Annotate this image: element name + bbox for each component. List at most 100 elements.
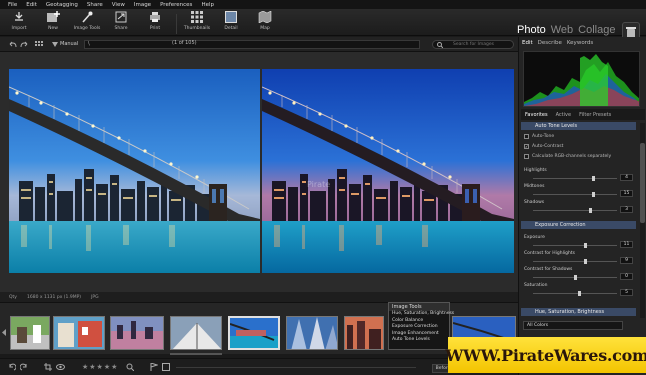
- image-tools-menu: Image Tools Hue, Saturation, Brightness …: [388, 302, 454, 350]
- filmstrip-scrollbar[interactable]: [170, 353, 222, 355]
- thumbnail[interactable]: [286, 316, 338, 350]
- saturation-value[interactable]: 5: [620, 289, 633, 296]
- thumbnail[interactable]: [10, 316, 50, 350]
- search-field[interactable]: Search for Images: [432, 40, 514, 49]
- contrast-highlights-slider[interactable]: [533, 259, 617, 264]
- mode-collage[interactable]: Collage: [578, 24, 615, 36]
- slider-handle[interactable]: [583, 259, 587, 264]
- rating-stars[interactable]: ★★★★★: [82, 363, 118, 371]
- image-tools-button[interactable]: Image Tools: [70, 11, 104, 35]
- detail-button[interactable]: Detail: [214, 11, 248, 35]
- rotate-right-icon[interactable]: [20, 363, 28, 371]
- tab-keywords[interactable]: Keywords: [567, 40, 593, 46]
- forward-arrow-icon[interactable]: [20, 41, 28, 48]
- tab-describe[interactable]: Describe: [538, 40, 562, 46]
- path-field[interactable]: \: [84, 40, 420, 49]
- slider-label: Exposure: [524, 235, 545, 240]
- slider-handle[interactable]: [577, 291, 581, 296]
- mode-photo[interactable]: Photo: [517, 24, 546, 36]
- view-grid-icon[interactable]: [35, 41, 43, 48]
- toolbar-divider: [176, 14, 177, 34]
- tab-favorites[interactable]: Favorites: [525, 112, 548, 118]
- menu-view[interactable]: View: [112, 2, 125, 8]
- menu-item-auto-tone[interactable]: Auto Tone Levels: [389, 337, 449, 344]
- menu-image[interactable]: Image: [134, 2, 151, 8]
- bottom-scroll-track[interactable]: [176, 367, 416, 368]
- panel-scrollbar[interactable]: [640, 123, 645, 318]
- menu-edit[interactable]: Edit: [26, 2, 37, 8]
- thumbnails-button[interactable]: Thumbnails: [180, 11, 214, 35]
- info-icon[interactable]: [162, 363, 170, 371]
- share-button[interactable]: Share: [104, 11, 138, 35]
- slider-handle[interactable]: [591, 192, 595, 197]
- menu-bar: File Edit Geotagging Share View Image Pr…: [0, 0, 646, 9]
- tab-edit[interactable]: Edit: [522, 40, 533, 46]
- midtones-slider[interactable]: [533, 192, 617, 197]
- highlights-slider[interactable]: [533, 176, 617, 181]
- hsb-section-header[interactable]: Hue, Saturation, Brightness: [521, 308, 636, 316]
- menu-help[interactable]: Help: [201, 2, 214, 8]
- crop-icon[interactable]: [44, 363, 52, 371]
- thumbnails-icon: [190, 11, 204, 23]
- contrast-shadows-slider[interactable]: [533, 275, 617, 280]
- exposure-section-header[interactable]: Exposure Correction: [521, 221, 636, 229]
- zoom-icon[interactable]: [126, 363, 134, 371]
- saturation-slider[interactable]: [533, 291, 617, 296]
- thumbnail-selected[interactable]: [228, 316, 280, 350]
- shadows-value[interactable]: 3: [620, 206, 633, 213]
- highlights-value[interactable]: 4: [620, 174, 633, 181]
- menu-share[interactable]: Share: [87, 2, 103, 8]
- contrast-highlights-value[interactable]: 9: [620, 257, 633, 264]
- new-button[interactable]: New: [36, 11, 70, 35]
- slider-handle[interactable]: [573, 275, 577, 280]
- menu-geotagging[interactable]: Geotagging: [46, 2, 78, 8]
- menu-item-hsb[interactable]: Hue, Saturation, Brightness: [389, 311, 454, 318]
- auto-tone-checkbox[interactable]: Auto-Tone: [524, 134, 554, 139]
- eye-icon[interactable]: [56, 363, 65, 371]
- new-icon: [46, 11, 60, 23]
- checkbox-box[interactable]: ✓: [524, 144, 529, 149]
- watermark-text: Pirate: [307, 180, 331, 189]
- checkbox-box[interactable]: [524, 134, 529, 139]
- tab-filter-presets[interactable]: Filter Presets: [579, 112, 611, 118]
- midtones-value[interactable]: 15: [620, 190, 633, 197]
- auto-contrast-checkbox[interactable]: ✓ Auto-Contrast: [524, 144, 563, 149]
- auto-tone-section-header[interactable]: Auto Tone Levels: [521, 122, 636, 130]
- color-range-select[interactable]: All Colors: [523, 321, 623, 330]
- image-viewer: Pirate: [0, 52, 518, 292]
- watermark-banner-text: WWW.PirateWares.com: [445, 345, 646, 365]
- import-button[interactable]: Import: [2, 11, 36, 35]
- map-button[interactable]: Map: [248, 11, 282, 35]
- after-image[interactable]: [262, 69, 514, 273]
- slider-label: Contrast for Shadows: [524, 267, 573, 272]
- before-image[interactable]: [9, 69, 260, 273]
- shadows-slider[interactable]: [533, 208, 617, 213]
- status-label: Qty: [9, 294, 17, 300]
- menu-preferences[interactable]: Preferences: [160, 2, 192, 8]
- slider-label: Saturation: [524, 283, 548, 288]
- tab-active[interactable]: Active: [556, 112, 571, 118]
- detail-icon: [224, 11, 238, 23]
- thumbnail[interactable]: [170, 316, 222, 350]
- checkbox-box[interactable]: [524, 154, 529, 159]
- mode-web[interactable]: Web: [551, 24, 573, 36]
- sort-mode[interactable]: Manual: [60, 41, 78, 47]
- rotate-left-icon[interactable]: [8, 363, 16, 371]
- edit-panel: Edit Describe Keywords Favorites Active …: [518, 37, 646, 375]
- filmstrip-left-arrow-icon[interactable]: [2, 329, 6, 336]
- slider-handle[interactable]: [583, 243, 587, 248]
- contrast-shadows-value[interactable]: 0: [620, 273, 633, 280]
- slider-handle[interactable]: [588, 208, 592, 213]
- thumbnail[interactable]: [53, 316, 105, 350]
- rgb-separately-checkbox[interactable]: Calculate RGB-channels separately: [524, 154, 611, 159]
- print-button[interactable]: Print: [138, 11, 172, 35]
- back-arrow-icon[interactable]: [9, 41, 17, 48]
- slider-handle[interactable]: [591, 176, 595, 181]
- menu-file[interactable]: File: [8, 2, 17, 8]
- flag-icon[interactable]: [150, 363, 158, 371]
- exposure-slider[interactable]: [533, 243, 617, 248]
- exposure-value[interactable]: 11: [620, 241, 633, 248]
- thumbnail[interactable]: [110, 316, 164, 350]
- thumbnail[interactable]: [344, 316, 384, 350]
- image-tools-menu-title: Image Tools: [389, 303, 449, 311]
